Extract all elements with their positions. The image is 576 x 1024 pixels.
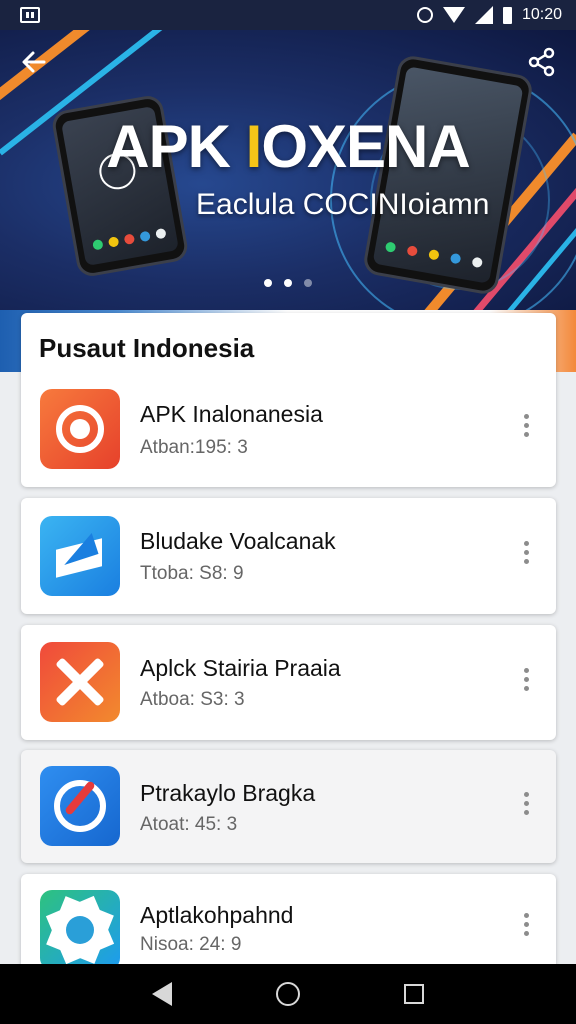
share-button[interactable] — [526, 46, 558, 78]
carousel-dot[interactable] — [304, 279, 312, 287]
section-title: Pusaut Indonesia — [39, 333, 255, 363]
app-name: Aptlakohpahnd — [140, 902, 294, 928]
banner-subtitle: Eaclula COCINIoiamn — [196, 188, 490, 221]
back-button[interactable] — [18, 46, 50, 78]
section-card: Pusaut Indonesia APK Inalonanesia Atban:… — [21, 313, 556, 487]
app-name: APK Inalonanesia — [140, 401, 323, 427]
app-meta: Nisoa: 24: 9 — [140, 934, 242, 955]
banner-title-accent: I — [245, 113, 263, 180]
app-list-item[interactable]: Ptrakaylo Bragka Atoat: 45: 3 — [21, 750, 556, 862]
notification-icon — [20, 7, 40, 23]
carousel-dots — [0, 279, 576, 287]
banner-title-part: OXENA — [261, 113, 470, 180]
signal-icon — [474, 6, 493, 24]
app-meta: Ttoba: S8: 9 — [140, 563, 244, 584]
more-options-button[interactable] — [514, 787, 538, 819]
app-card: Bludake Voalcanak Ttoba: S8: 9 — [21, 498, 556, 614]
home-circle-icon[interactable] — [276, 982, 300, 1006]
target-icon — [40, 389, 120, 469]
app-card: Aptlakohpahnd Nisoa: 24: 9 — [21, 874, 556, 974]
app-meta: Atban:195: 3 — [140, 437, 248, 458]
app-card: Aplck Stairia Praaia Atboa: S3: 3 — [21, 625, 556, 740]
recents-square-icon[interactable] — [404, 984, 424, 1004]
status-left — [20, 7, 40, 23]
cross-icon — [40, 642, 120, 722]
more-options-button[interactable] — [514, 663, 538, 695]
banner-title-part: APK — [106, 113, 246, 180]
more-options-button[interactable] — [514, 409, 538, 441]
more-options-button[interactable] — [514, 536, 538, 568]
system-nav-bar — [0, 964, 576, 1024]
hero-banner[interactable]: APK IOXENA Eaclula COCINIoiamn — [0, 30, 576, 310]
battery-icon — [502, 6, 512, 24]
app-name: Aplck Stairia Praaia — [140, 655, 341, 681]
app-list-item[interactable]: Bludake Voalcanak Ttoba: S8: 9 — [21, 498, 556, 610]
status-bar: 10:20 — [0, 0, 576, 30]
status-right: 10:20 — [416, 6, 562, 24]
paper-plane-icon — [40, 516, 120, 596]
app-list-item[interactable]: APK Inalonanesia Atban:195: 3 — [21, 379, 556, 491]
alarm-icon — [416, 7, 433, 23]
share-icon — [528, 47, 555, 77]
gear-icon — [40, 890, 120, 970]
more-options-button[interactable] — [514, 908, 538, 940]
compass-icon — [40, 766, 120, 846]
banner-title: APK IOXENA — [0, 112, 576, 181]
app-list-item[interactable]: Aplck Stairia Praaia Atboa: S3: 3 — [21, 625, 556, 737]
wifi-icon — [442, 7, 465, 23]
carousel-dot-active[interactable] — [284, 279, 292, 287]
app-name: Ptrakaylo Bragka — [140, 780, 316, 806]
status-time: 10:20 — [521, 6, 562, 23]
carousel-dot[interactable] — [264, 279, 272, 287]
app-meta: Atoat: 45: 3 — [140, 814, 238, 835]
app-name: Bludake Voalcanak — [140, 528, 336, 554]
app-meta: Atboa: S3: 3 — [140, 689, 245, 710]
app-card: Ptrakaylo Bragka Atoat: 45: 3 — [21, 750, 556, 863]
back-triangle-icon[interactable] — [152, 982, 172, 1006]
arrow-left-icon — [22, 51, 46, 73]
